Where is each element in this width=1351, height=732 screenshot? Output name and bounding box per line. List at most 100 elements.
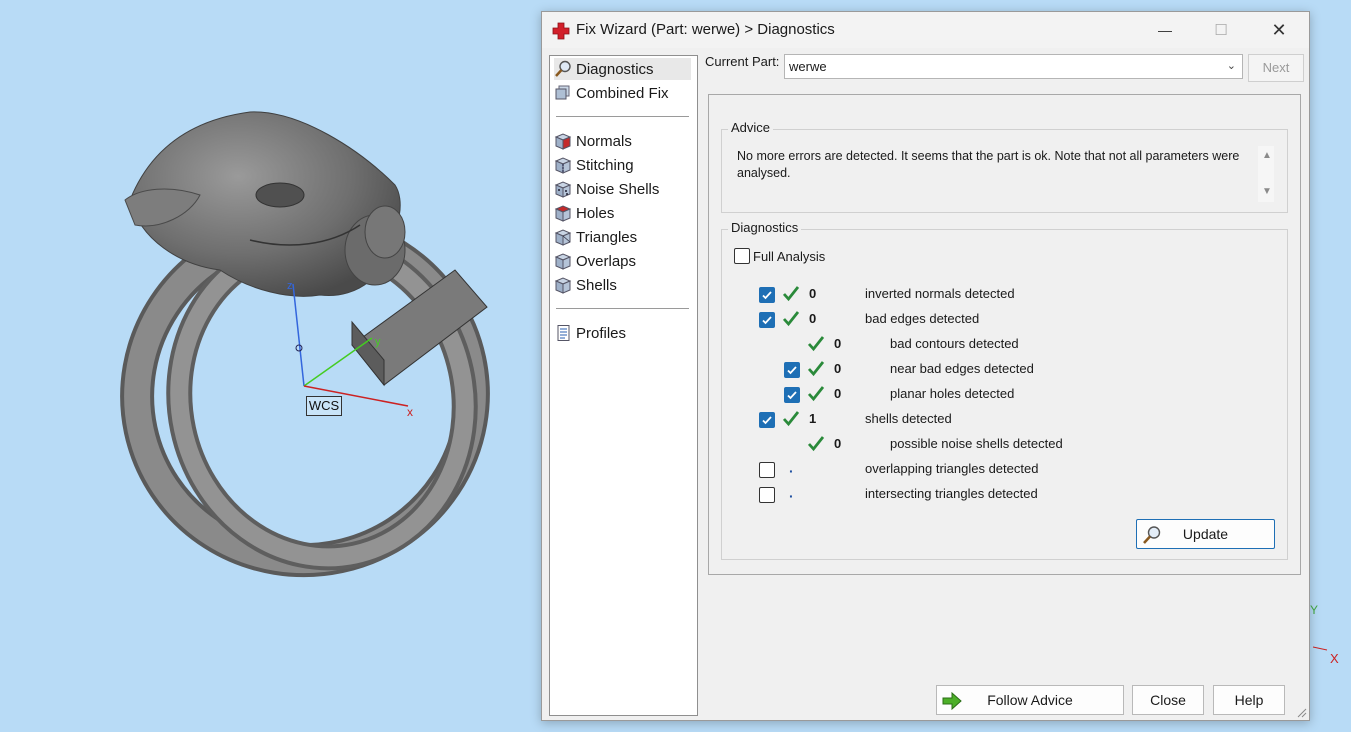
nav-item-label: Normals bbox=[576, 132, 632, 150]
normals-cube-icon bbox=[554, 133, 572, 150]
diagnostic-row: 0 planar holes detected bbox=[722, 385, 1282, 405]
diagnostics-group: Diagnostics Full Analysis 0 inverted nor… bbox=[721, 220, 1288, 560]
diagnostic-label: shells detected bbox=[865, 411, 952, 426]
fix-wizard-dialog: Fix Wizard (Part: werwe) > Diagnostics —… bbox=[541, 11, 1310, 721]
nav-item-stitching[interactable]: Stitching bbox=[554, 154, 691, 176]
nav-divider bbox=[556, 116, 689, 117]
profiles-document-icon bbox=[557, 325, 570, 341]
nav-item-label: Triangles bbox=[576, 228, 638, 246]
resize-grip-icon[interactable] bbox=[1295, 706, 1307, 718]
stitching-cube-icon bbox=[554, 157, 572, 174]
nav-item-noise-shells[interactable]: Noise Shells bbox=[554, 178, 691, 200]
check-icon bbox=[782, 311, 800, 327]
title-bar[interactable]: Fix Wizard (Part: werwe) > Diagnostics —… bbox=[542, 12, 1309, 48]
diagnostic-label: inverted normals detected bbox=[865, 286, 1015, 301]
advice-title: Advice bbox=[728, 120, 774, 135]
full-analysis-option[interactable]: Full Analysis bbox=[734, 248, 825, 264]
diagnostics-title: Diagnostics bbox=[728, 220, 802, 235]
diagnostic-count: 0 bbox=[809, 311, 817, 326]
nav-item-label: Holes bbox=[576, 204, 615, 222]
nav-item-combined-fix[interactable]: Combined Fix bbox=[554, 82, 691, 104]
overlapping-triangles-checkbox[interactable] bbox=[759, 462, 775, 478]
close-window-button[interactable]: ✕ bbox=[1256, 12, 1302, 48]
diagnostic-row: 1 shells detected bbox=[722, 410, 1282, 430]
diagnostic-count: 0 bbox=[834, 336, 842, 351]
planar-holes-checkbox[interactable] bbox=[784, 387, 800, 403]
triangles-cube-icon bbox=[554, 229, 572, 246]
nav-item-normals[interactable]: Normals bbox=[554, 130, 691, 152]
red-cross-icon bbox=[552, 22, 570, 40]
status-dot-icon: · bbox=[789, 463, 794, 479]
diagnostic-count: 0 bbox=[834, 361, 842, 376]
shells-checkbox[interactable] bbox=[759, 412, 775, 428]
update-button[interactable]: Update bbox=[1136, 519, 1275, 549]
nav-item-shells[interactable]: Shells bbox=[554, 274, 691, 296]
diagnostic-row: 0 bad edges detected bbox=[722, 310, 1282, 330]
combined-fix-icon bbox=[555, 85, 570, 100]
diagnostic-row: 0 near bad edges detected bbox=[722, 360, 1282, 380]
current-part-value: werwe bbox=[789, 59, 827, 74]
corner-axis-x: X bbox=[1330, 651, 1339, 666]
green-arrow-icon bbox=[942, 691, 962, 711]
wizard-nav: Diagnostics Combined Fix Normals Stitchi… bbox=[549, 55, 698, 716]
diagnostic-label: possible noise shells detected bbox=[890, 436, 1063, 451]
nav-item-label: Combined Fix bbox=[576, 84, 669, 102]
nav-item-overlaps[interactable]: Overlaps bbox=[554, 250, 691, 272]
check-icon bbox=[782, 411, 800, 427]
intersecting-triangles-checkbox[interactable] bbox=[759, 487, 775, 503]
magnifier-icon bbox=[1143, 526, 1161, 544]
maximize-button[interactable]: ☐ bbox=[1198, 12, 1244, 48]
close-icon: ✕ bbox=[1271, 19, 1287, 40]
current-part-label: Current Part: bbox=[705, 54, 780, 69]
diagnostic-count: 0 bbox=[834, 436, 842, 451]
bad-edges-checkbox[interactable] bbox=[759, 312, 775, 328]
scroll-down-icon[interactable]: ▼ bbox=[1262, 186, 1272, 197]
wcs-label: WCS bbox=[306, 396, 342, 416]
nav-item-profiles[interactable]: Profiles bbox=[554, 322, 691, 344]
axis-y-label: y bbox=[375, 336, 381, 348]
diagnostic-row: 0 possible noise shells detected bbox=[722, 435, 1282, 455]
close-button[interactable]: Close bbox=[1132, 685, 1204, 715]
nav-divider bbox=[556, 308, 689, 309]
diagnostic-count: 0 bbox=[834, 386, 842, 401]
scroll-up-icon[interactable]: ▲ bbox=[1262, 150, 1272, 161]
diagnostic-count: 1 bbox=[809, 411, 817, 426]
full-analysis-checkbox[interactable] bbox=[734, 248, 750, 264]
diagnostic-label: planar holes detected bbox=[890, 386, 1015, 401]
corner-axis-y: Y bbox=[1310, 603, 1318, 617]
current-part-select[interactable]: werwe ⌄ bbox=[784, 54, 1243, 79]
check-icon bbox=[807, 361, 825, 377]
nav-item-triangles[interactable]: Triangles bbox=[554, 226, 691, 248]
axis-x-label: x bbox=[407, 405, 413, 419]
overlaps-cube-icon bbox=[554, 253, 572, 270]
diagnostic-label: near bad edges detected bbox=[890, 361, 1034, 376]
nav-item-label: Noise Shells bbox=[576, 180, 660, 198]
near-bad-edges-checkbox[interactable] bbox=[784, 362, 800, 378]
inverted-normals-checkbox[interactable] bbox=[759, 287, 775, 303]
nav-item-label: Stitching bbox=[576, 156, 634, 174]
help-button[interactable]: Help bbox=[1213, 685, 1285, 715]
nav-item-holes[interactable]: Holes bbox=[554, 202, 691, 224]
diagnostic-label: bad contours detected bbox=[890, 336, 1019, 351]
next-button[interactable]: Next bbox=[1248, 54, 1304, 82]
axis-z-label: z bbox=[287, 280, 293, 292]
maximize-icon: ☐ bbox=[1214, 22, 1228, 39]
holes-cube-icon bbox=[554, 205, 572, 222]
diagnostic-count: 0 bbox=[809, 286, 817, 301]
nav-item-label: Overlaps bbox=[576, 252, 637, 270]
diagnostic-row: · intersecting triangles detected bbox=[722, 485, 1282, 505]
minimize-icon: — bbox=[1158, 22, 1172, 38]
nav-item-diagnostics[interactable]: Diagnostics bbox=[554, 58, 691, 80]
nav-item-label: Shells bbox=[576, 276, 617, 294]
noise-shells-cube-icon bbox=[554, 181, 572, 198]
diagnostic-label: bad edges detected bbox=[865, 311, 980, 326]
diagnostic-row: 0 bad contours detected bbox=[722, 335, 1282, 355]
minimize-button[interactable]: — bbox=[1142, 12, 1188, 48]
diagnostic-row: 0 inverted normals detected bbox=[722, 285, 1282, 305]
check-icon bbox=[807, 386, 825, 402]
check-icon bbox=[782, 286, 800, 302]
update-label: Update bbox=[1182, 526, 1229, 542]
diagnostic-label: overlapping triangles detected bbox=[865, 461, 1039, 476]
follow-advice-button[interactable]: Follow Advice bbox=[936, 685, 1124, 715]
chevron-down-icon: ⌄ bbox=[1226, 60, 1236, 72]
